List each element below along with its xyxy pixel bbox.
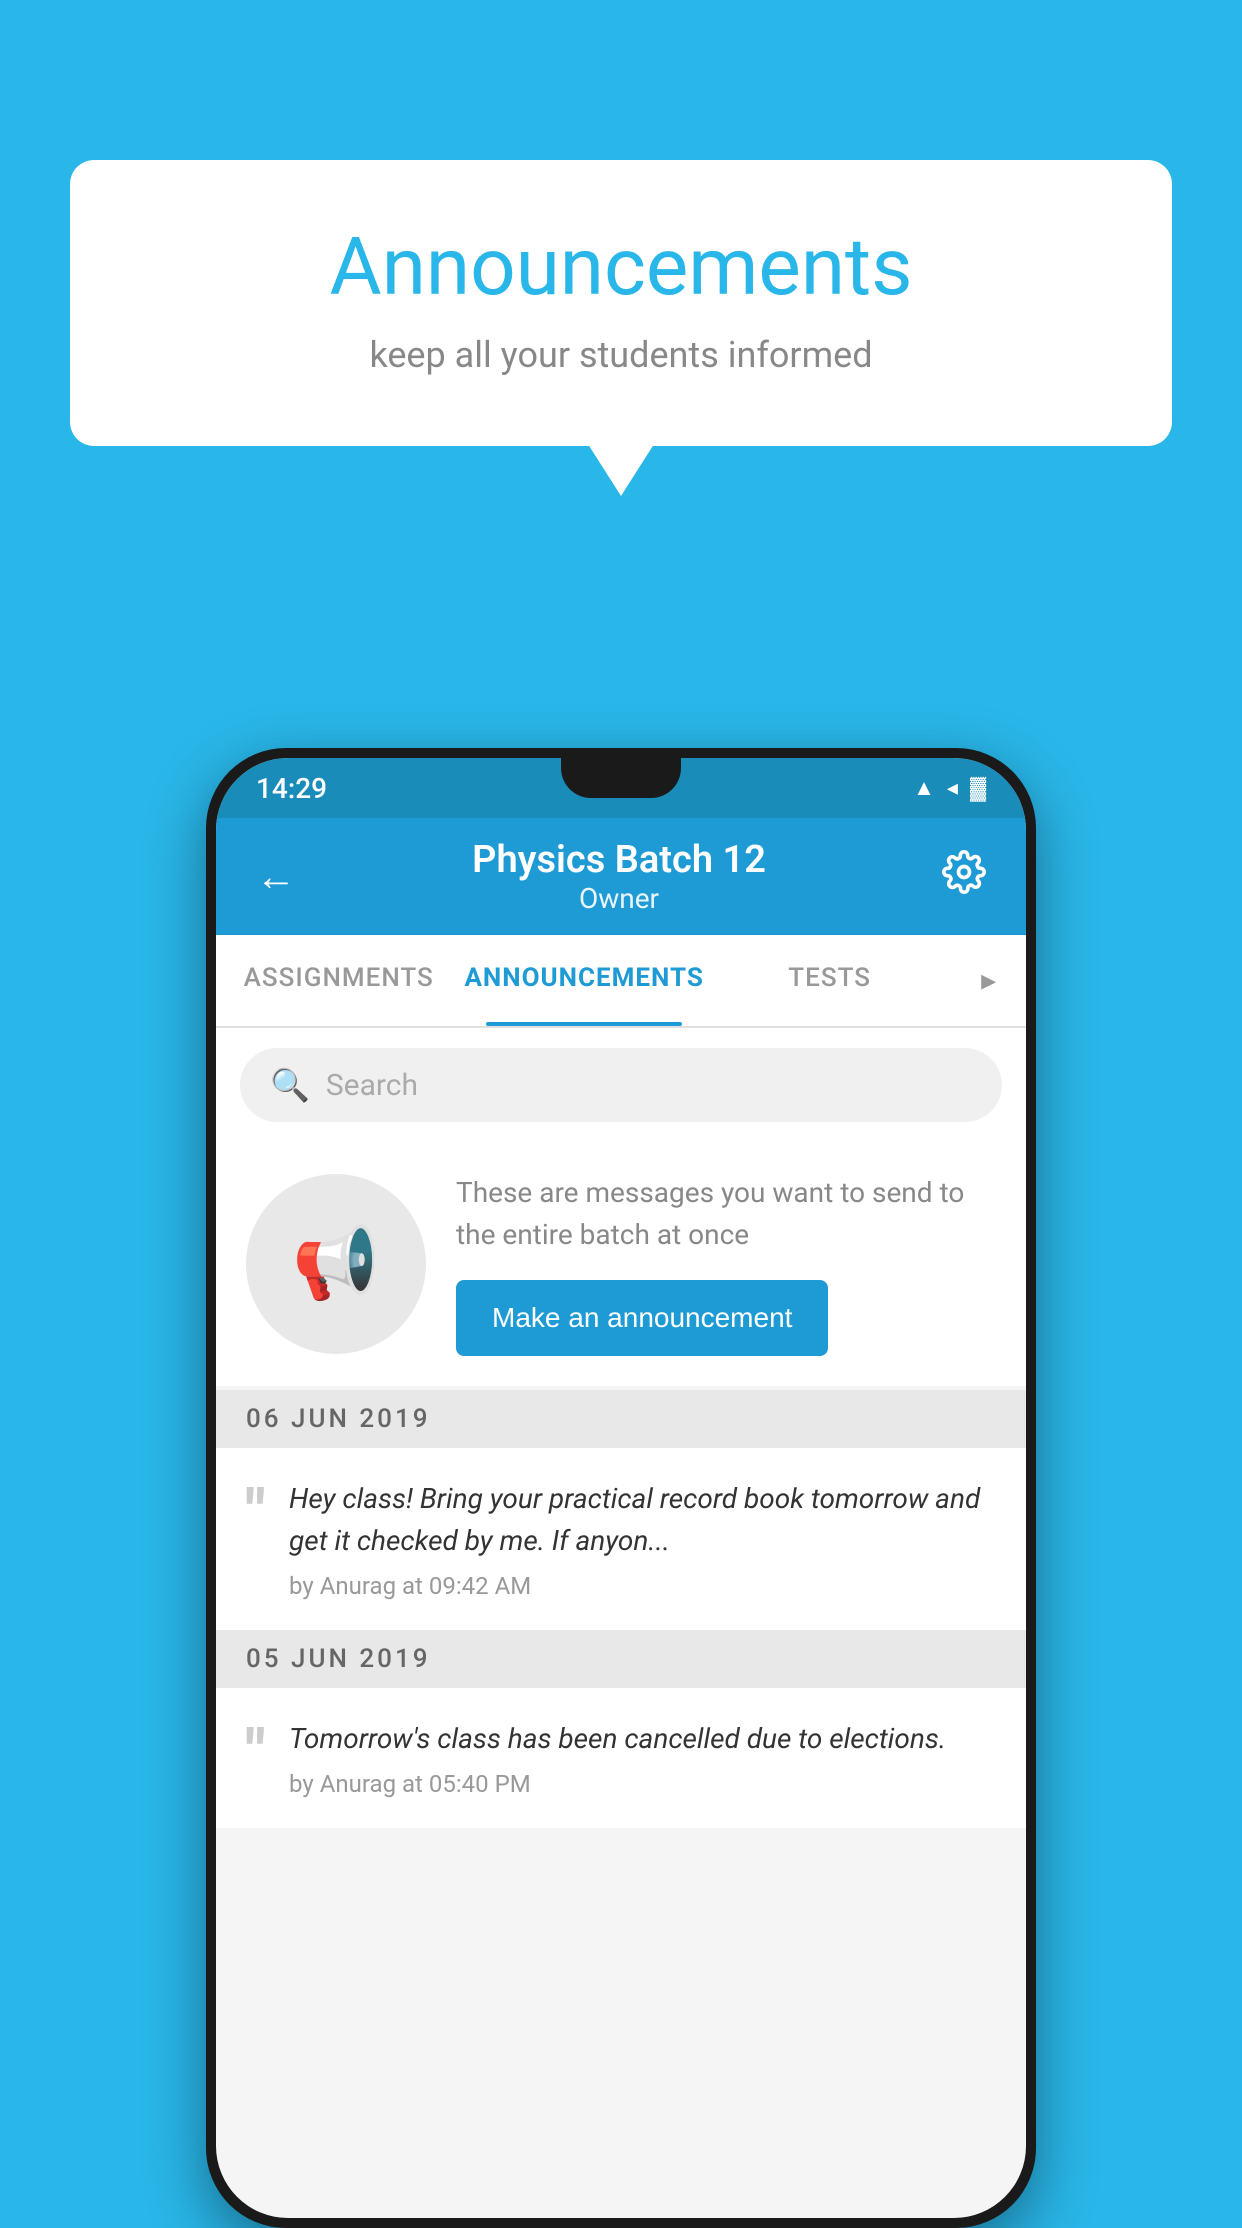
tab-tests[interactable]: TESTS xyxy=(707,935,952,1026)
megaphone-icon: 📢 xyxy=(292,1223,379,1305)
signal-icon: ◂ xyxy=(947,776,958,801)
announcement-item-1: " Hey class! Bring your practical record… xyxy=(216,1448,1026,1630)
speech-bubble-section: Announcements keep all your students inf… xyxy=(70,160,1172,446)
announcement-content-1: Hey class! Bring your practical record b… xyxy=(289,1478,996,1600)
header-subtitle: Owner xyxy=(472,882,766,915)
make-announcement-button[interactable]: Make an announcement xyxy=(456,1280,828,1356)
status-bar: 14:29 ▲ ◂ ▓ xyxy=(216,758,1026,818)
search-placeholder: Search xyxy=(326,1068,418,1103)
tab-more[interactable]: ▸ xyxy=(952,935,1026,1026)
announcement-text-2: Tomorrow's class has been cancelled due … xyxy=(289,1718,996,1760)
search-container: 🔍 Search xyxy=(216,1028,1026,1142)
search-bar[interactable]: 🔍 Search xyxy=(240,1048,1002,1122)
wifi-icon: ▲ xyxy=(913,775,935,801)
promo-section: 📢 These are messages you want to send to… xyxy=(216,1142,1026,1386)
speech-bubble: Announcements keep all your students inf… xyxy=(70,160,1172,446)
date-separator-1: 06 JUN 2019 xyxy=(216,1390,1026,1448)
tab-announcements[interactable]: ANNOUNCEMENTS xyxy=(461,935,706,1026)
tab-assignments[interactable]: ASSIGNMENTS xyxy=(216,935,461,1026)
speech-bubble-title: Announcements xyxy=(150,220,1092,314)
header-title: Physics Batch 12 xyxy=(472,838,766,882)
quote-icon-1: " xyxy=(246,1482,265,1542)
announcement-text-1: Hey class! Bring your practical record b… xyxy=(289,1478,996,1562)
phone-screen: 14:29 ▲ ◂ ▓ ← Physics Batch 12 Owner xyxy=(216,758,1026,2218)
battery-icon: ▓ xyxy=(970,775,986,801)
promo-content: These are messages you want to send to t… xyxy=(456,1172,996,1356)
status-time: 14:29 xyxy=(256,772,327,805)
promo-icon-circle: 📢 xyxy=(246,1174,426,1354)
quote-icon-2: " xyxy=(246,1722,265,1782)
back-button[interactable]: ← xyxy=(256,853,296,900)
speech-bubble-subtitle: keep all your students informed xyxy=(150,334,1092,376)
announcement-content-2: Tomorrow's class has been cancelled due … xyxy=(289,1718,996,1798)
status-icons: ▲ ◂ ▓ xyxy=(913,775,986,801)
date-separator-2: 05 JUN 2019 xyxy=(216,1630,1026,1688)
settings-icon[interactable] xyxy=(942,850,986,904)
announcement-item-2: " Tomorrow's class has been cancelled du… xyxy=(216,1688,1026,1828)
announcement-meta-1: by Anurag at 09:42 AM xyxy=(289,1572,996,1600)
phone-frame: 14:29 ▲ ◂ ▓ ← Physics Batch 12 Owner xyxy=(206,748,1036,2228)
app-header: ← Physics Batch 12 Owner xyxy=(216,818,1026,935)
header-center: Physics Batch 12 Owner xyxy=(472,838,766,915)
search-icon: 🔍 xyxy=(270,1066,310,1104)
notch xyxy=(561,758,681,798)
promo-description: These are messages you want to send to t… xyxy=(456,1172,996,1256)
announcement-meta-2: by Anurag at 05:40 PM xyxy=(289,1770,996,1798)
tabs-bar: ASSIGNMENTS ANNOUNCEMENTS TESTS ▸ xyxy=(216,935,1026,1028)
